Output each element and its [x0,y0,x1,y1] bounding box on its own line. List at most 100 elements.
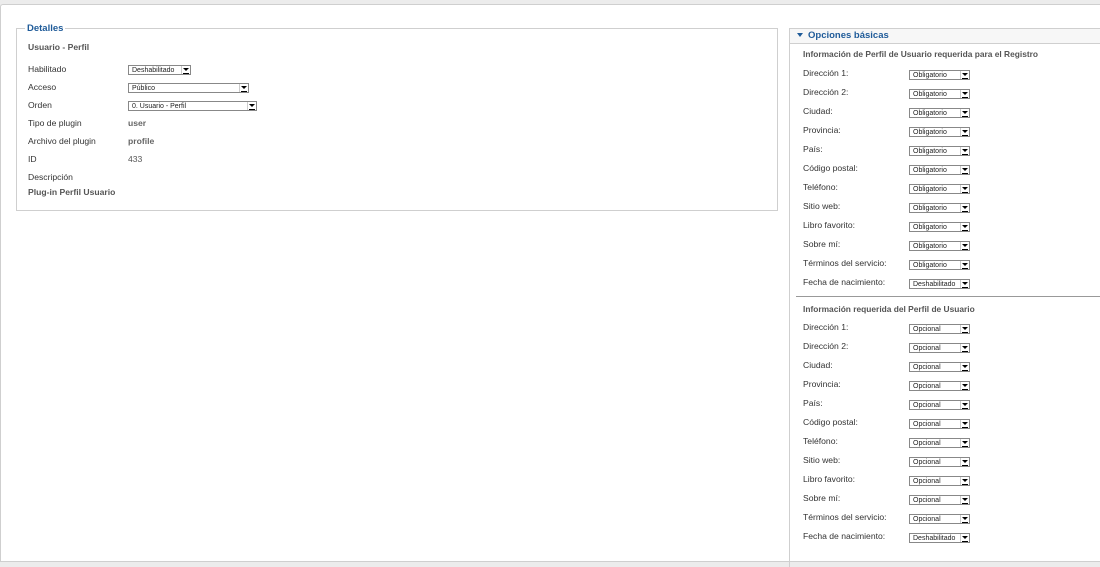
perfil-row-label: Términos del servicio: [803,512,887,522]
perfil-row-select[interactable]: Opcional [909,360,970,372]
registro-row-select[interactable]: Obligatorio [909,125,970,137]
perfil-row-select[interactable]: Opcional [909,436,970,448]
registro-row-select[interactable]: Obligatorio [909,182,970,194]
perfil-row-label: Dirección 2: [803,341,849,351]
perfil-row-select-value: Opcional [913,326,941,333]
perfil-row-select[interactable]: Opcional [909,322,970,334]
orden-select-value: 0. Usuario - Perfil [132,103,187,110]
registro-row-select[interactable]: Obligatorio [909,220,970,232]
chevron-down-icon [960,261,969,269]
registro-row-label: País: [803,144,823,154]
perfil-row-select[interactable]: Opcional [909,493,970,505]
registro-row-select-value: Obligatorio [913,224,947,231]
id-label: ID [28,154,37,164]
perfil-row-select-value: Opcional [913,459,941,466]
registro-row-select-value: Deshabilitado [913,281,956,288]
registro-row-label: Código postal: [803,163,858,173]
registro-row-select[interactable]: Deshabilitado [909,277,970,289]
chevron-down-icon [960,204,969,212]
chevron-down-icon [960,325,969,333]
chevron-down-icon [960,242,969,250]
registro-row-label: Sitio web: [803,201,841,211]
chevron-down-icon [960,401,969,409]
perfil-row-label: Código postal: [803,417,858,427]
chevron-down-icon [960,458,969,466]
habilitado-select[interactable]: Deshabilitado [128,62,191,76]
registro-row-select[interactable]: Obligatorio [909,201,970,213]
perfil-row-select[interactable]: Opcional [909,455,970,467]
registro-row-label: Sobre mí: [803,239,841,249]
descripcion-value: Plug-in Perfil Usuario [28,187,116,197]
perfil-row-select-value: Opcional [913,497,941,504]
registro-row-select[interactable]: Obligatorio [909,68,970,80]
collapse-triangle-icon [797,33,803,37]
registro-row-label: Provincia: [803,125,841,135]
perfil-row-select[interactable]: Opcional [909,512,970,524]
perfil-row-label: Sitio web: [803,455,841,465]
chevron-down-icon [960,496,969,504]
archivo-value: profile [128,136,155,146]
chevron-down-icon [960,166,969,174]
perfil-row-label: País: [803,398,823,408]
acceso-select-value: Público [132,85,155,92]
orden-label: Orden [28,100,52,110]
registro-row-select[interactable]: Obligatorio [909,163,970,175]
acceso-select[interactable]: Público [128,80,249,94]
orden-select[interactable]: 0. Usuario - Perfil [128,98,257,112]
registro-row-select[interactable]: Obligatorio [909,106,970,118]
perfil-row-label: Libro favorito: [803,474,856,484]
registro-row-label: Dirección 2: [803,87,849,97]
chevron-down-icon [960,534,969,542]
registro-section-title: Información de Perfil de Usuario requeri… [803,49,1039,59]
registro-row-select[interactable]: Obligatorio [909,144,970,156]
chevron-down-icon [960,363,969,371]
chevron-down-icon [960,382,969,390]
chevron-down-icon [960,128,969,136]
basic-options-header[interactable]: Opciones básicas [790,29,1100,44]
chevron-down-icon [960,344,969,352]
registro-row-select-value: Obligatorio [913,91,947,98]
plugin-subtitle: Usuario - Perfil [28,42,90,52]
perfil-row-select[interactable]: Opcional [909,341,970,353]
perfil-row-label: Teléfono: [803,436,838,446]
habilitado-select-value: Deshabilitado [132,67,175,74]
registro-row-label: Teléfono: [803,182,838,192]
chevron-down-icon [960,185,969,193]
registro-row-select-value: Obligatorio [913,110,947,117]
registro-row-select-value: Obligatorio [913,167,947,174]
registro-row-select-value: Obligatorio [913,148,947,155]
details-fieldset: Detalles Usuario - Perfil Habilitado Des… [16,23,778,211]
perfil-row-label: Provincia: [803,379,841,389]
perfil-row-select-value: Opcional [913,478,941,485]
acceso-label: Acceso [28,82,57,92]
perfil-row-select-value: Opcional [913,402,941,409]
chevron-down-icon [960,109,969,117]
registro-row-label: Fecha de nacimiento: [803,277,886,287]
perfil-row-select[interactable]: Opcional [909,474,970,486]
chevron-down-icon [960,420,969,428]
registro-row-select-value: Obligatorio [913,205,947,212]
perfil-row-select-value: Opcional [913,440,941,447]
registro-row-select[interactable]: Obligatorio [909,239,970,251]
perfil-row-select[interactable]: Opcional [909,398,970,410]
basic-options-panel: Opciones básicas Información de Perfil d… [789,28,1100,567]
perfil-row-label: Sobre mí: [803,493,841,503]
perfil-row-select-value: Opcional [913,421,941,428]
perfil-row-select[interactable]: Opcional [909,417,970,429]
chevron-down-icon [960,90,969,98]
registro-row-select[interactable]: Obligatorio [909,87,970,99]
perfil-row-select[interactable]: Deshabilitado [909,531,970,543]
registro-row-select-value: Obligatorio [913,129,947,136]
tipo-value: user [128,118,147,128]
tipo-label: Tipo de plugin [28,118,82,128]
section-divider [796,296,1100,297]
chevron-down-icon [960,223,969,231]
registro-row-label: Libro favorito: [803,220,856,230]
registro-row-select[interactable]: Obligatorio [909,258,970,270]
habilitado-label: Habilitado [28,64,67,74]
registro-row-label: Términos del servicio: [803,258,887,268]
chevron-down-icon [181,66,190,74]
perfil-row-select[interactable]: Opcional [909,379,970,391]
perfil-row-label: Dirección 1: [803,322,849,332]
chevron-down-icon [239,84,248,92]
